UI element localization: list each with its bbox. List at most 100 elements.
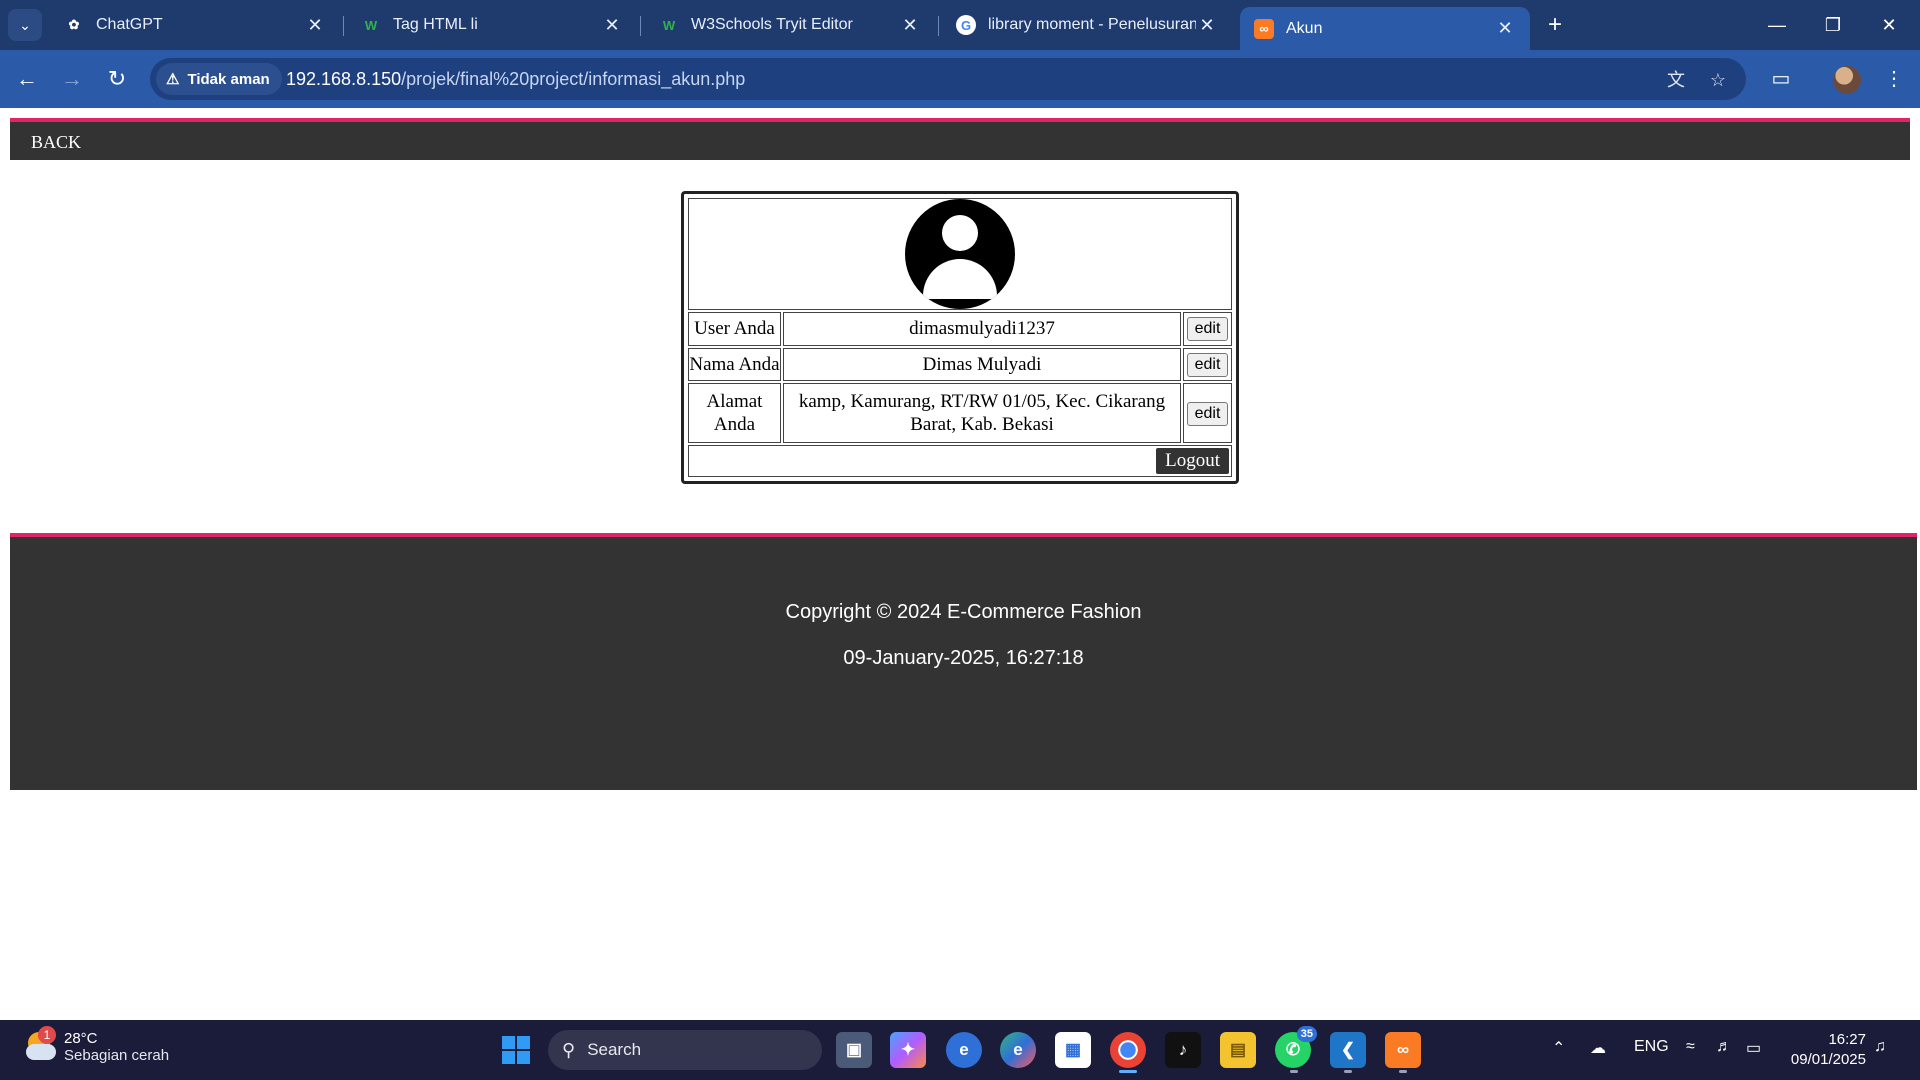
whatsapp-icon[interactable]: ✆ 35 [1275, 1026, 1317, 1068]
restore-button[interactable]: ❐ [1808, 8, 1858, 42]
profile-avatar[interactable] [1833, 66, 1861, 94]
reload-icon: ↻ [107, 66, 127, 91]
edge-dev-icon[interactable]: e [1000, 1032, 1036, 1068]
tab-separator [938, 16, 939, 36]
tab-google-search[interactable]: G library moment - Penelusuran G ✕ [942, 8, 1232, 42]
back-link[interactable]: BACK [31, 132, 81, 153]
copyright-text: Copyright © 2024 E-Commerce Fashion [785, 601, 1142, 623]
arrow-left-icon: ← [16, 66, 38, 91]
tab-tag-html-li[interactable]: W Tag HTML li ✕ [347, 8, 637, 42]
account-table: User Anda dimasmulyadi1237 edit Nama And… [686, 196, 1234, 479]
bookmark-star-icon[interactable]: ☆ [1706, 68, 1730, 92]
tiktok-icon[interactable]: ♪ [1165, 1032, 1201, 1068]
warning-triangle-icon: ⚠ [166, 71, 180, 88]
tab-title: Akun [1286, 19, 1323, 37]
windows-start-icon[interactable] [502, 1036, 530, 1064]
tab-w3schools-tryit[interactable]: W W3Schools Tryit Editor ✕ [645, 8, 935, 42]
edit-cell: edit [1183, 383, 1232, 443]
more-menu-icon[interactable]: ⋮ [1880, 65, 1908, 93]
url-path: /projek/final%20project/informasi_akun.p… [401, 69, 746, 89]
tab-separator [343, 16, 344, 36]
tab-chatgpt[interactable]: ✿ ChatGPT ✕ [50, 8, 340, 42]
page-nav-bar: BACK [10, 118, 1910, 160]
edit-cell: edit [1183, 347, 1232, 382]
windows-taskbar: 1 28°C Sebagian cerah ⚲ Search ▣ ✦ e e ▦… [0, 1020, 1920, 1080]
new-tab-button[interactable]: + [1540, 12, 1570, 40]
arrow-right-icon: → [61, 66, 83, 91]
copilot-icon[interactable]: ✦ [890, 1032, 926, 1068]
chrome-icon[interactable] [1110, 1032, 1146, 1068]
running-indicator [1290, 1070, 1298, 1073]
close-icon[interactable]: ✕ [899, 15, 921, 36]
running-indicator [1344, 1070, 1352, 1073]
chrome-running-indicator [1119, 1070, 1137, 1073]
reload-button[interactable]: ↻ [101, 63, 133, 95]
chevron-up-icon[interactable]: ⌃ [1552, 1038, 1565, 1058]
minimize-icon: — [1768, 15, 1786, 35]
address-bar[interactable]: ⚠ Tidak aman 192.168.8.150/projek/final%… [150, 58, 1746, 100]
close-icon[interactable]: ✕ [1196, 15, 1218, 36]
plus-icon: + [1547, 11, 1562, 38]
clock-time: 16:27 [1828, 1031, 1866, 1048]
edge-beta-icon[interactable]: e [946, 1032, 982, 1068]
vscode-icon[interactable]: ❮ [1330, 1032, 1366, 1068]
forward-button[interactable]: → [56, 63, 88, 95]
security-label: Tidak aman [187, 70, 270, 88]
weather-widget[interactable]: 1 28°C Sebagian cerah [24, 1026, 169, 1064]
tab-separator [640, 16, 641, 36]
edit-name-button[interactable]: edit [1186, 352, 1229, 377]
edit-username-button[interactable]: edit [1186, 317, 1229, 342]
search-icon: ⚲ [562, 1039, 576, 1060]
close-window-button[interactable]: ✕ [1864, 8, 1914, 42]
logout-cell: Logout [688, 445, 1232, 477]
language-indicator[interactable]: ENG [1634, 1038, 1669, 1056]
wifi-icon[interactable]: ≈ [1686, 1038, 1695, 1056]
extensions-icon[interactable]: ▭ [1767, 65, 1795, 93]
browser-toolbar: ← → ↻ ⚠ Tidak aman 192.168.8.150/projek/… [0, 50, 1920, 108]
field-label: Alamat Anda [688, 383, 781, 443]
chatgpt-icon: ✿ [68, 17, 80, 32]
back-button[interactable]: ← [11, 63, 43, 95]
table-row: Nama Anda Dimas Mulyadi edit [688, 347, 1232, 382]
tab-search-button[interactable]: ⌄ [8, 9, 42, 41]
minimize-button[interactable]: — [1752, 8, 1802, 42]
field-value-name: Dimas Mulyadi [783, 347, 1181, 382]
translate-icon[interactable]: 文 [1664, 68, 1688, 92]
volume-icon[interactable]: ♬ [1716, 1038, 1732, 1056]
browser-tab-bar: ⌄ ✿ ChatGPT ✕ W Tag HTML li ✕ W W3School… [0, 0, 1920, 50]
avatar-cell [688, 198, 1232, 310]
field-label: Nama Anda [688, 347, 781, 382]
footer-datetime: 09-January-2025, 16:27:18 [843, 647, 1084, 669]
task-view-icon[interactable]: ▣ [836, 1032, 872, 1068]
taskbar-search[interactable]: ⚲ Search [548, 1030, 822, 1070]
close-icon[interactable]: ✕ [304, 15, 326, 36]
field-value-username: dimasmulyadi1237 [783, 312, 1181, 346]
close-icon[interactable]: ✕ [601, 15, 623, 36]
logout-button[interactable]: Logout [1156, 448, 1229, 474]
search-label: Search [587, 1040, 642, 1059]
chevron-down-icon: ⌄ [19, 16, 31, 33]
url-text[interactable]: 192.168.8.150/projek/final%20project/inf… [286, 69, 745, 90]
battery-icon[interactable]: ▭ [1746, 1038, 1761, 1058]
url-host: 192.168.8.150 [286, 69, 402, 89]
edit-cell: edit [1183, 312, 1232, 346]
field-value-address: kamp, Kamurang, RT/RW 01/05, Kec. Cikara… [783, 383, 1181, 443]
tab-akun[interactable]: ∞ Akun ✕ [1240, 7, 1530, 50]
tab-title: W3Schools Tryit Editor [691, 16, 853, 33]
system-clock[interactable]: 16:27 09/01/2025 [1780, 1030, 1866, 1070]
weather-partly-sunny-icon: 1 [24, 1026, 58, 1064]
close-icon[interactable]: ✕ [1494, 18, 1516, 39]
security-indicator[interactable]: ⚠ Tidak aman [156, 63, 282, 95]
microsoft-store-icon[interactable]: ▦ [1055, 1032, 1091, 1068]
clock-date: 09/01/2025 [1790, 1051, 1866, 1068]
xampp-icon[interactable]: ∞ [1385, 1032, 1421, 1068]
google-icon: G [956, 15, 976, 35]
edit-address-button[interactable]: edit [1186, 401, 1229, 426]
whatsapp-badge: 35 [1296, 1026, 1317, 1042]
user-avatar-icon [905, 199, 1015, 309]
w3schools-icon: W [662, 17, 676, 33]
notification-bell-icon[interactable]: ♫ [1874, 1038, 1886, 1056]
tab-title: library moment - Penelusuran G [988, 16, 1196, 33]
file-explorer-icon[interactable]: ▤ [1220, 1032, 1256, 1068]
onedrive-cloud-icon[interactable]: ☁ [1590, 1038, 1606, 1058]
